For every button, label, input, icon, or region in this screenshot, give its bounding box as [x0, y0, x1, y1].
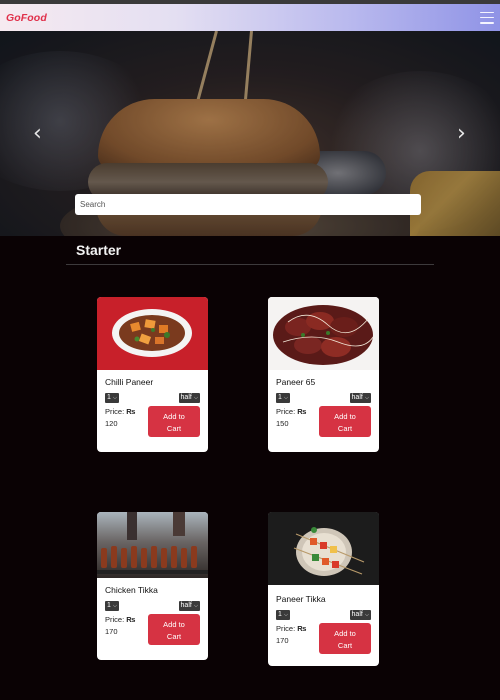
- add-to-cart-button[interactable]: Add to Cart: [148, 406, 200, 437]
- brand-logo[interactable]: GoFood: [6, 12, 47, 24]
- navbar: GoFood: [0, 4, 500, 31]
- food-image: [97, 512, 208, 578]
- section-divider: [66, 264, 434, 265]
- chevron-down-icon: ⌵: [364, 395, 369, 401]
- chevron-down-icon: ⌵: [283, 612, 289, 618]
- price-text: Price: ₨ 120: [105, 407, 136, 428]
- add-to-cart-button[interactable]: Add to Cart: [319, 406, 371, 437]
- food-name: Chicken Tikka: [105, 585, 158, 595]
- chevron-down-icon: ⌵: [193, 603, 198, 609]
- size-select[interactable]: half ⌵: [349, 393, 371, 403]
- size-select[interactable]: half ⌵: [349, 610, 371, 620]
- section-title: Starter: [76, 242, 122, 258]
- price-text: Price: ₨ 150: [276, 407, 307, 428]
- hamburger-icon[interactable]: [480, 11, 494, 24]
- quantity-select[interactable]: 1 ⌵: [105, 601, 120, 611]
- food-image: [268, 297, 379, 370]
- food-card: Paneer Tikka 1 ⌵ half ⌵ Price: ₨ 170 Add to…: [268, 512, 379, 666]
- quantity-select[interactable]: 1 ⌵: [276, 393, 291, 403]
- add-to-cart-button[interactable]: Add to Cart: [148, 614, 200, 645]
- chevron-right-icon[interactable]: ›: [457, 123, 466, 145]
- chevron-left-icon[interactable]: ‹: [33, 123, 42, 145]
- chevron-down-icon: ⌵: [193, 395, 198, 401]
- price-text: Price: ₨ 170: [276, 624, 307, 645]
- food-name: Paneer 65: [276, 377, 316, 387]
- quantity-select[interactable]: 1 ⌵: [276, 610, 291, 620]
- hero-carousel: ‹ ›: [0, 31, 500, 236]
- chevron-down-icon: ⌵: [112, 395, 118, 401]
- quantity-select[interactable]: 1 ⌵: [105, 393, 120, 403]
- price-text: Price: ₨ 170: [105, 615, 136, 636]
- food-card: Chicken Tikka 1 ⌵ half ⌵ Price: ₨ 170 Add t…: [97, 512, 208, 660]
- size-select[interactable]: half ⌵: [178, 601, 200, 611]
- add-to-cart-button[interactable]: Add to Cart: [319, 623, 371, 654]
- chevron-down-icon: ⌵: [283, 395, 289, 401]
- food-image: [268, 512, 379, 585]
- search-input[interactable]: [75, 194, 421, 215]
- size-select[interactable]: half ⌵: [178, 393, 200, 403]
- food-name: Chilli Paneer: [105, 377, 154, 387]
- food-card: Chilli Paneer 1 ⌵ half ⌵ Price: ₨ 120 Add t…: [97, 297, 208, 452]
- food-card: Paneer 65 1 ⌵ half ⌵ Price: ₨ 150 Add to Car…: [268, 297, 379, 452]
- chevron-down-icon: ⌵: [364, 612, 369, 618]
- food-name: Paneer Tikka: [276, 594, 326, 604]
- food-image: [97, 297, 208, 370]
- chevron-down-icon: ⌵: [112, 603, 118, 609]
